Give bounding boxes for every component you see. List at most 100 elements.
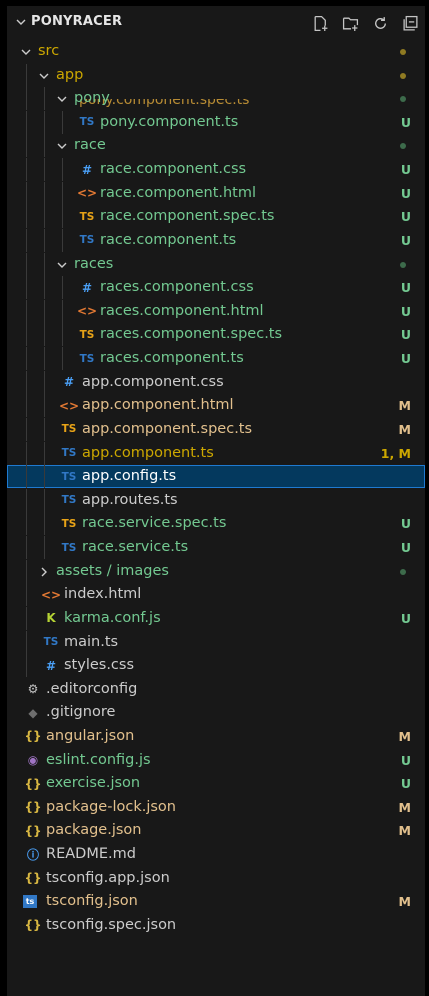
json-icon: {}	[24, 823, 42, 838]
git-status-badge: M	[398, 398, 411, 414]
tree-file[interactable]: # races.component.css U	[7, 276, 425, 300]
indent-guide	[44, 87, 45, 111]
indent-guide	[26, 63, 27, 87]
file-label: exercise.json	[46, 775, 141, 792]
typescript-icon: TS	[79, 116, 95, 129]
indent-guide	[44, 205, 45, 229]
json-icon: {}	[24, 871, 42, 886]
explorer-header[interactable]: PONYRACER	[7, 6, 425, 38]
tree-file[interactable]: TS pony.component.ts U	[7, 110, 425, 134]
tree-file[interactable]: TS app.component.spec.ts M	[7, 417, 425, 441]
indent-guide	[44, 110, 45, 134]
tree-file[interactable]: # styles.css	[7, 654, 425, 678]
eslint-icon: ◉	[27, 753, 39, 768]
file-label: app.component.html	[82, 397, 234, 414]
typescript-icon: TS	[61, 423, 77, 436]
tree-file[interactable]: <> races.component.html U	[7, 299, 425, 323]
json-icon: {}	[24, 729, 42, 744]
typescript-icon: TS	[79, 352, 95, 365]
tree-file[interactable]: # race.component.css U	[7, 158, 425, 182]
karma-icon: K	[46, 611, 56, 626]
chevron-down-icon[interactable]	[14, 15, 28, 29]
tree-file[interactable]: TS main.ts	[7, 630, 425, 654]
git-status-badge: U	[400, 162, 411, 178]
indent-guide	[44, 158, 45, 182]
tree-file[interactable]: TS races.component.spec.ts U	[7, 323, 425, 347]
collapse-all-icon[interactable]	[395, 12, 425, 34]
tree-file[interactable]: TS app.routes.ts	[7, 488, 425, 512]
refresh-icon[interactable]	[365, 12, 395, 34]
indent-guide	[26, 134, 27, 158]
tree-file[interactable]: # app.component.css	[7, 370, 425, 394]
file-label: races.component.ts	[100, 350, 244, 367]
new-folder-icon[interactable]	[335, 12, 365, 34]
tree-folder[interactable]: assets / images	[7, 559, 425, 583]
indent-guide	[26, 394, 27, 418]
tree-folder[interactable]: races	[7, 252, 425, 276]
tree-file[interactable]: TS race.component.ts U	[7, 228, 425, 252]
file-label: package.json	[46, 822, 142, 839]
git-status-badge: U	[400, 610, 411, 626]
chevron-down-icon[interactable]	[55, 139, 69, 153]
tree-file[interactable]: ts tsconfig.json M	[7, 890, 425, 913]
file-label: index.html	[64, 586, 142, 603]
chevron-down-icon[interactable]	[55, 92, 69, 106]
tree-file[interactable]: {} package-lock.json M	[7, 796, 425, 819]
tree-file[interactable]: ◉ eslint.config.js U	[7, 749, 425, 772]
file-label: README.md	[46, 846, 136, 863]
tree-file[interactable]: ◆ .gitignore	[7, 701, 425, 724]
git-status-badge: M	[398, 728, 411, 744]
tree-folder[interactable]: race	[7, 134, 425, 158]
tree-file[interactable]: ⓘ README.md	[7, 843, 425, 866]
chevron-right-icon[interactable]	[37, 565, 51, 579]
tree-file[interactable]: TS race.component.spec.ts U	[7, 205, 425, 229]
indent-guide	[44, 370, 45, 394]
git-status-dot	[400, 143, 406, 150]
tree-file[interactable]: <> index.html	[7, 583, 425, 607]
chevron-down-icon[interactable]	[37, 69, 51, 83]
file-label: app.component.spec.ts	[82, 420, 253, 437]
explorer-title: PONYRACER	[31, 14, 123, 29]
git-status-badge: M	[398, 421, 411, 437]
file-label: package-lock.json	[46, 798, 176, 815]
tree-file[interactable]: ⚙ .editorconfig	[7, 678, 425, 701]
html-icon: <>	[58, 398, 80, 413]
tree-file[interactable]: TS race.service.spec.ts U	[7, 512, 425, 536]
indent-guide	[26, 276, 27, 300]
tree-file[interactable]: TS races.component.ts U	[7, 347, 425, 371]
tree-file[interactable]: <> race.component.html U	[7, 181, 425, 205]
indent-guide	[44, 323, 45, 347]
tree-folder[interactable]: app	[7, 63, 425, 87]
new-file-icon[interactable]	[305, 12, 335, 34]
tree-file[interactable]: {} angular.json M	[7, 725, 425, 748]
tree-file[interactable]: TS app.config.ts	[7, 465, 425, 489]
indent-guide	[26, 228, 27, 252]
file-label: race.component.spec.ts	[100, 208, 275, 225]
git-status-badge: U	[400, 752, 411, 768]
indent-guide	[26, 488, 27, 512]
git-status-dot	[400, 96, 406, 103]
chevron-down-icon[interactable]	[55, 258, 69, 272]
tree-file[interactable]: Kkarma.conf.js U	[7, 606, 425, 630]
json-icon: {}	[24, 800, 42, 815]
tree-file[interactable]: TS race.service.ts U	[7, 536, 425, 560]
tree-file[interactable]: {} exercise.json U	[7, 772, 425, 795]
tree-file[interactable]: {} tsconfig.spec.json	[7, 914, 425, 937]
tree-folder[interactable]: src	[7, 40, 425, 63]
file-label: app.component.ts	[82, 444, 214, 461]
tree-file[interactable]: <> app.component.html M	[7, 394, 425, 418]
tree-file[interactable]: TS app.component.ts 1, M	[7, 441, 425, 465]
tree-file[interactable]: {} package.json M	[7, 819, 425, 842]
file-label: tsconfig.json	[46, 893, 138, 910]
file-label: .gitignore	[46, 704, 116, 721]
typescript-icon: ts	[23, 895, 37, 909]
chevron-down-icon[interactable]	[19, 45, 33, 59]
indent-guide	[26, 205, 27, 229]
indent-guide	[44, 134, 45, 158]
git-status-badge: U	[400, 209, 411, 225]
git-status-badge: U	[400, 114, 411, 130]
tree-file[interactable]: {} tsconfig.app.json	[7, 867, 425, 890]
html-icon: <>	[76, 304, 98, 319]
tree-folder[interactable]: pony	[7, 87, 425, 111]
indent-guide	[26, 441, 27, 465]
